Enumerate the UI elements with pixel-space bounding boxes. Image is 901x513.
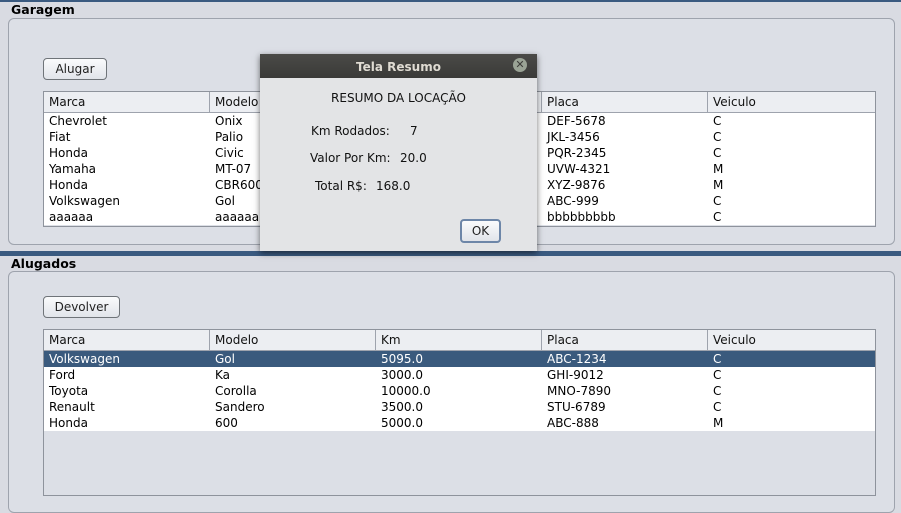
dialog-heading: RESUMO DA LOCAÇÃO xyxy=(331,91,466,105)
cell-veiculo: C xyxy=(713,384,722,398)
cell-modelo: Gol xyxy=(215,352,235,366)
total-value: 168.0 xyxy=(376,179,411,193)
alugados-table[interactable]: Marca Modelo Km Placa Veiculo Volkswagen… xyxy=(43,329,876,496)
table-row[interactable]: Volkswagen Gol 5095.0 ABC-1234 C xyxy=(44,351,875,367)
cell-placa: UVW-4321 xyxy=(547,162,611,176)
cell-veiculo: C xyxy=(713,194,722,208)
cell-placa: XYZ-9876 xyxy=(547,178,606,192)
window-top-border xyxy=(0,0,901,2)
cell-placa: JKL-3456 xyxy=(547,130,600,144)
cell-veiculo: C xyxy=(713,146,722,160)
km-rodados-label: Km Rodados: xyxy=(311,124,390,138)
column-header-placa[interactable]: Placa xyxy=(542,330,708,350)
km-rodados-value: 7 xyxy=(410,124,418,138)
cell-km: 5095.0 xyxy=(381,352,423,366)
column-header-veiculo[interactable]: Veiculo xyxy=(708,92,876,112)
cell-marca: aaaaaa xyxy=(49,210,94,224)
valor-por-km-value: 20.0 xyxy=(400,151,427,165)
column-header-placa[interactable]: Placa xyxy=(542,92,708,112)
cell-placa: PQR-2345 xyxy=(547,146,607,160)
table-row[interactable]: Toyota Corolla 10000.0 MNO-7890 C xyxy=(44,383,875,399)
cell-marca: Renault xyxy=(49,400,95,414)
cell-veiculo: M xyxy=(713,416,724,430)
cell-km: 3500.0 xyxy=(381,400,423,414)
cell-marca: Honda xyxy=(49,146,88,160)
cell-km: 10000.0 xyxy=(381,384,431,398)
cell-marca: Yamaha xyxy=(49,162,97,176)
cell-placa: GHI-9012 xyxy=(547,368,604,382)
table-row[interactable]: Renault Sandero 3500.0 STU-6789 C xyxy=(44,399,875,415)
cell-marca: Chevrolet xyxy=(49,114,107,128)
dialog-title: Tela Resumo xyxy=(356,60,441,74)
cell-veiculo: C xyxy=(713,130,722,144)
cell-placa: bbbbbbbbb xyxy=(547,210,616,224)
garagem-section-title: Garagem xyxy=(11,2,75,17)
cell-marca: Honda xyxy=(49,178,88,192)
cell-veiculo: C xyxy=(713,400,722,414)
alugar-button[interactable]: Alugar xyxy=(43,58,107,80)
cell-veiculo: C xyxy=(713,210,722,224)
section-separator xyxy=(0,251,901,256)
column-header-km[interactable]: Km xyxy=(376,330,542,350)
devolver-button[interactable]: Devolver xyxy=(43,296,120,318)
cell-marca: Toyota xyxy=(49,384,89,398)
cell-veiculo: C xyxy=(713,368,722,382)
cell-km: 5000.0 xyxy=(381,416,423,430)
close-icon[interactable]: ✕ xyxy=(513,58,527,72)
cell-km: 3000.0 xyxy=(381,368,423,382)
column-header-marca[interactable]: Marca xyxy=(44,330,210,350)
table-row[interactable]: Honda 600 5000.0 ABC-888 M xyxy=(44,415,875,431)
column-header-modelo[interactable]: Modelo xyxy=(210,330,376,350)
dialog-titlebar[interactable]: Tela Resumo xyxy=(260,54,537,78)
cell-placa: STU-6789 xyxy=(547,400,606,414)
cell-placa: ABC-999 xyxy=(547,194,599,208)
cell-veiculo: C xyxy=(713,352,722,366)
column-header-marca[interactable]: Marca xyxy=(44,92,210,112)
cell-marca: Fiat xyxy=(49,130,71,144)
table-row[interactable]: Ford Ka 3000.0 GHI-9012 C xyxy=(44,367,875,383)
cell-placa: DEF-5678 xyxy=(547,114,606,128)
valor-por-km-label: Valor Por Km: xyxy=(310,151,391,165)
alugados-section-title: Alugados xyxy=(11,256,77,271)
alugados-table-header: Marca Modelo Km Placa Veiculo xyxy=(44,330,875,351)
cell-marca: Volkswagen xyxy=(49,352,120,366)
cell-veiculo: M xyxy=(713,162,724,176)
cell-modelo: Ka xyxy=(215,368,231,382)
cell-placa: ABC-1234 xyxy=(547,352,607,366)
cell-veiculo: M xyxy=(713,178,724,192)
cell-marca: Volkswagen xyxy=(49,194,120,208)
cell-placa: MNO-7890 xyxy=(547,384,611,398)
cell-placa: ABC-888 xyxy=(547,416,599,430)
cell-veiculo: C xyxy=(713,114,722,128)
cell-modelo: Sandero xyxy=(215,400,265,414)
cell-modelo: Corolla xyxy=(215,384,257,398)
cell-modelo: 600 xyxy=(215,416,238,430)
cell-marca: Honda xyxy=(49,416,88,430)
cell-marca: Ford xyxy=(49,368,76,382)
column-header-veiculo[interactable]: Veiculo xyxy=(708,330,876,350)
resumo-dialog: Tela Resumo ✕ RESUMO DA LOCAÇÃO Km Rodad… xyxy=(260,54,537,251)
total-label: Total R$: xyxy=(315,179,367,193)
ok-button[interactable]: OK xyxy=(460,219,501,243)
